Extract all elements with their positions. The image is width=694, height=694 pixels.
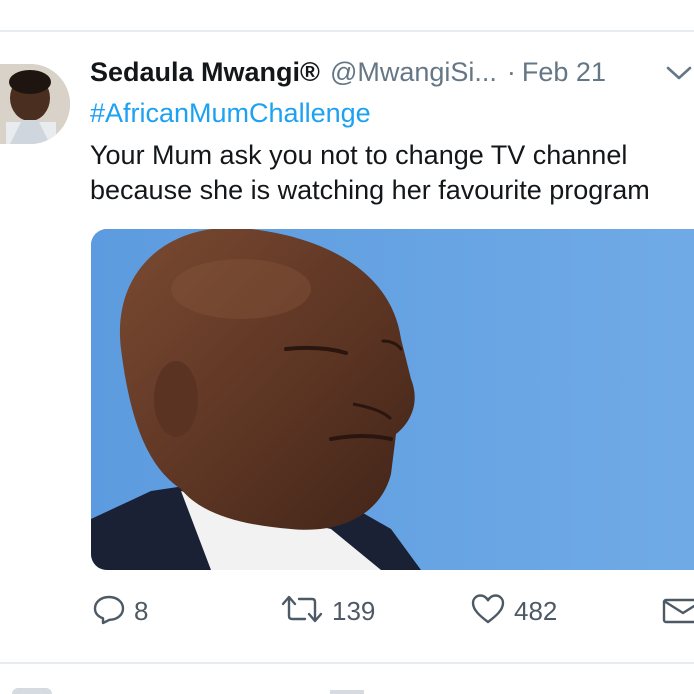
author-handle[interactable]: @MwangiSi... (330, 57, 497, 88)
next-tweet-avatar-edge (12, 688, 52, 694)
author-name[interactable]: Sedaula Mwangi® (90, 57, 320, 88)
media-photo (91, 229, 694, 570)
tweet-text: Your Mum ask you not to change TV channe… (90, 138, 650, 208)
message-button[interactable] (662, 588, 694, 634)
tweet-text-line-2: because she is watching her favourite pr… (90, 175, 650, 205)
tweet-screen: Sedaula Mwangi® @MwangiSi... · Feb 21 #A… (0, 0, 694, 694)
chevron-down-icon[interactable] (664, 60, 694, 84)
tweet-text-line-1: Your Mum ask you not to change TV channe… (90, 140, 628, 170)
avatar[interactable] (0, 64, 70, 144)
tweet-media-image[interactable] (91, 229, 694, 570)
reply-count: 8 (134, 595, 149, 626)
reply-button[interactable]: 8 (92, 588, 148, 634)
hashtag-link[interactable]: #AfricanMumChallenge (90, 98, 371, 129)
avatar-photo (0, 64, 70, 144)
like-count: 482 (514, 595, 558, 626)
like-button[interactable]: 482 (470, 588, 557, 634)
top-divider (0, 30, 694, 32)
heart-icon (470, 592, 506, 631)
retweet-icon (280, 592, 324, 631)
tweet-date[interactable]: Feb 21 (522, 57, 606, 88)
bottom-divider (0, 662, 694, 664)
tweet-header: Sedaula Mwangi® @MwangiSi... · Feb 21 (90, 56, 606, 88)
next-tweet-edge (330, 690, 364, 694)
reply-icon (92, 592, 126, 631)
envelope-icon (662, 592, 694, 631)
tweet-actions: 8 139 482 (0, 588, 694, 634)
header-separator: · (506, 56, 516, 87)
retweet-count: 139 (332, 595, 376, 626)
retweet-button[interactable]: 139 (280, 588, 375, 634)
